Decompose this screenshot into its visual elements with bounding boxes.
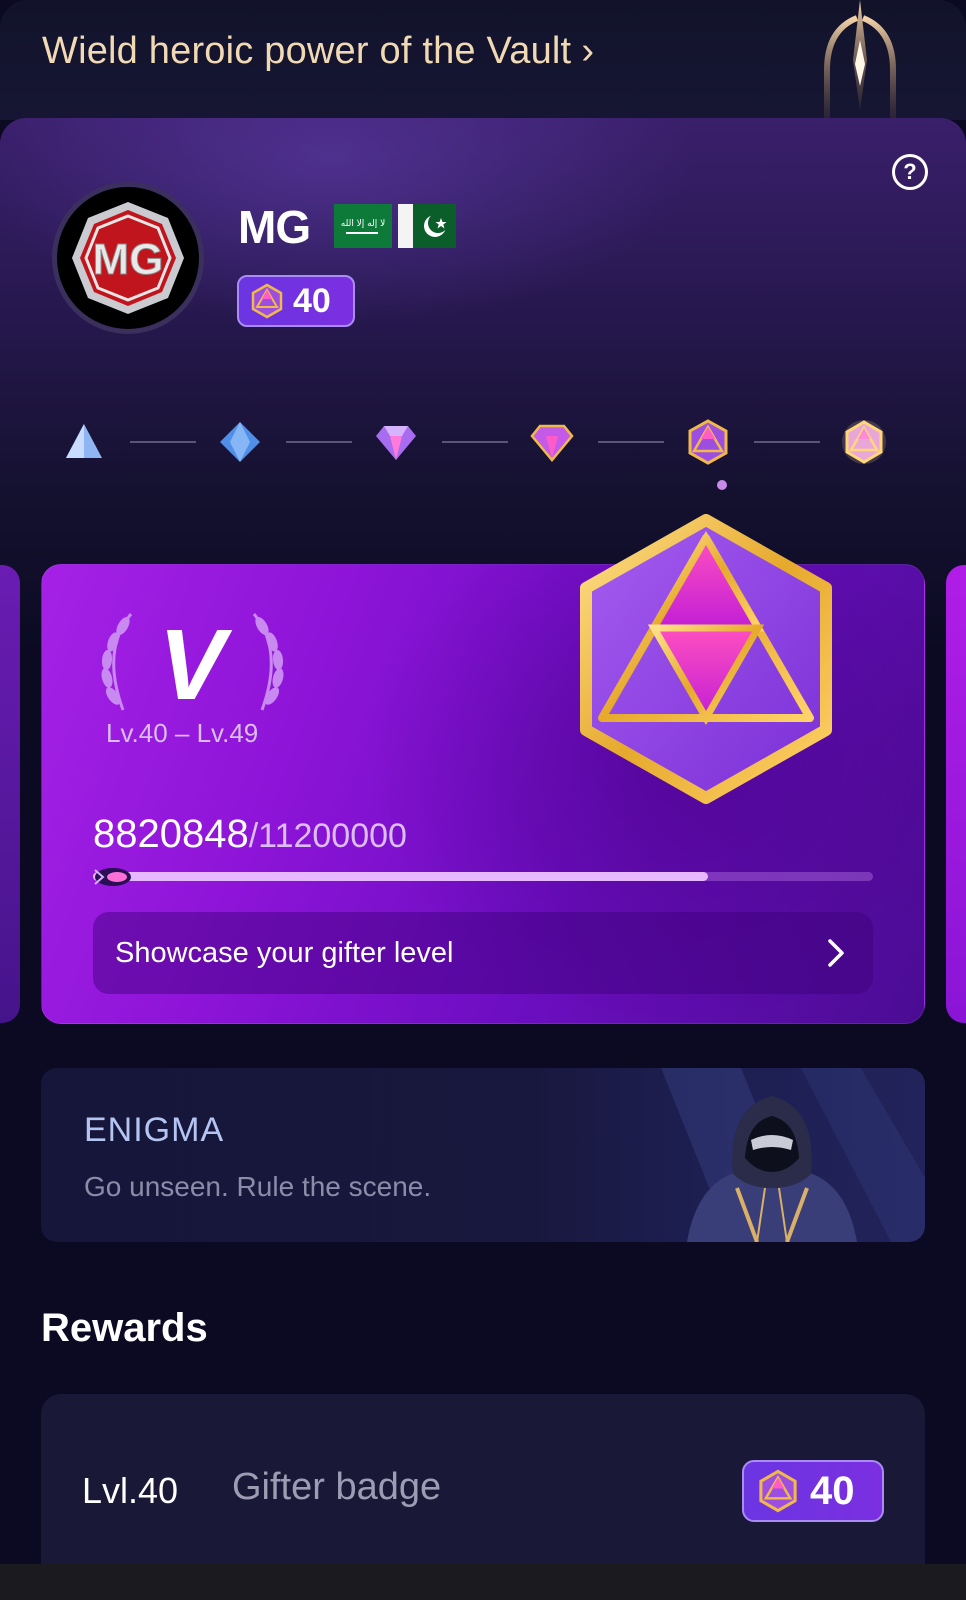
svg-text:لا إله إلا الله: لا إله إلا الله — [341, 219, 385, 229]
previous-tier-card[interactable] — [0, 565, 20, 1023]
reward-name: Gifter badge — [232, 1466, 442, 1508]
tier-connector — [754, 441, 820, 443]
progress-total: /11200000 — [248, 817, 407, 855]
tier-v-gem-icon — [580, 514, 832, 804]
pakistan-flag-icon — [398, 204, 456, 248]
help-button[interactable]: ? — [892, 154, 928, 190]
progress-readout: 8820848/11200000 — [93, 812, 407, 857]
level-badge: 40 — [237, 275, 355, 327]
active-tier-indicator — [717, 480, 727, 490]
reward-level: Lvl.40 — [82, 1470, 179, 1511]
tier-progression — [0, 418, 966, 488]
vault-banner-text: Wield heroic power of the Vault — [42, 30, 572, 72]
tier-4-gem-icon[interactable] — [528, 418, 576, 466]
progress-bar-fill — [93, 872, 708, 881]
masked-hooded-figure — [687, 1096, 857, 1242]
rewards-heading: Rewards — [41, 1306, 208, 1350]
next-tier-card[interactable] — [946, 565, 966, 1023]
chevron-right-icon: › — [581, 30, 595, 72]
tier-1-pyramid-icon[interactable] — [60, 418, 108, 466]
tier-connector — [130, 441, 196, 443]
svg-text:MG: MG — [93, 235, 164, 284]
question-circle-icon: ? — [903, 159, 917, 184]
reward-badge: 40 — [742, 1460, 884, 1522]
level-badge-value: 40 — [293, 281, 331, 320]
progress-bar — [93, 872, 873, 881]
tier-2-diamond-icon[interactable] — [216, 418, 264, 466]
progress-current: 8820848 — [93, 812, 249, 856]
showcase-gifter-level-button[interactable]: Showcase your gifter level — [93, 912, 873, 994]
tier-connector — [442, 441, 508, 443]
tier-connector — [598, 441, 664, 443]
laurel-left-icon — [101, 613, 133, 711]
gem-icosahedron-icon — [759, 1469, 797, 1513]
enigma-title: ENIGMA — [84, 1111, 225, 1149]
system-navigation-bar — [0, 1564, 966, 1600]
gem-icosahedron-icon — [251, 283, 283, 319]
tier-6-icosahedron-icon[interactable] — [840, 418, 888, 466]
tier-connector — [286, 441, 352, 443]
vault-banner[interactable]: Wield heroic power of the Vault › — [0, 0, 966, 120]
avatar[interactable]: MG — [52, 182, 204, 334]
laurel-right-icon — [252, 613, 284, 711]
enigma-subtitle: Go unseen. Rule the scene. — [84, 1171, 432, 1202]
saudi-arabia-flag-icon: لا إله إلا الله — [334, 204, 392, 248]
reward-badge-value: 40 — [810, 1468, 855, 1513]
level-range: Lv.40 – Lv.49 — [106, 718, 259, 748]
mg-logo-avatar: MG — [72, 202, 184, 314]
vault-banner-link[interactable]: Wield heroic power of the Vault › — [42, 30, 594, 73]
tier-3-gem-icon[interactable] — [372, 418, 420, 466]
progress-rocket-icon — [94, 868, 131, 886]
tier-letter: V — [158, 609, 226, 721]
tier-5-icosahedron-icon[interactable] — [684, 418, 732, 466]
chevron-right-icon — [828, 939, 844, 967]
showcase-label: Showcase your gifter level — [115, 936, 454, 969]
enigma-card[interactable]: ENIGMA Go unseen. Rule the scene. — [41, 1068, 925, 1242]
vault-trident-icon — [824, 0, 896, 118]
user-name: MG — [238, 201, 311, 253]
